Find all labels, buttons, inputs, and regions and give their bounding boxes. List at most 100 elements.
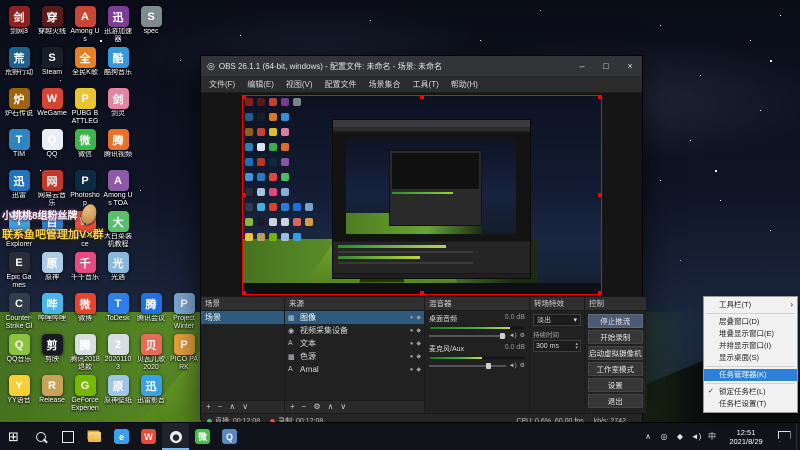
desktop-icon-7[interactable]: 全全民K歌 [70, 47, 100, 85]
menubar-item-3[interactable]: 配置文件 [319, 77, 363, 92]
visibility-eye-icon[interactable]: ● [410, 341, 414, 347]
desktop-icon-33[interactable]: 腾腾讯会议 [136, 293, 166, 331]
desktop-icon-40[interactable]: P PICO PARK [169, 334, 199, 372]
lock-icon[interactable]: ◆ [416, 327, 421, 334]
source-item[interactable]: ▦ 图像 ● ◆ [285, 311, 424, 324]
desktop-icon-32[interactable]: T ToDesk [103, 293, 133, 331]
speaker-icon[interactable]: ◄) [509, 333, 517, 339]
source-item[interactable]: A Arnal ● ◆ [285, 363, 424, 376]
start-recording-button[interactable]: 开始录制 [588, 330, 643, 344]
desktop-icon-14[interactable]: Q QQ [37, 129, 67, 167]
desktop-icon-35[interactable]: Q QQ音乐 [4, 334, 34, 372]
desktop-icon-2[interactable]: A Among Us [70, 6, 100, 44]
scene-item[interactable]: 场景 [201, 311, 284, 324]
desktop-icon-42[interactable]: R Release [37, 375, 67, 413]
move-scene-up-button[interactable]: ∧ [229, 402, 235, 412]
desktop-icon-43[interactable]: GGeForce Experience [70, 375, 100, 413]
source-item[interactable]: A 文本 ● ◆ [285, 337, 424, 350]
start-virtual-camera-button[interactable]: 启动虚拟摄像机 [588, 346, 643, 360]
volume-slider[interactable]: ◄) ⚙ [429, 332, 525, 339]
context-menu-item-9[interactable]: ✓ 锁定任务栏(L) [704, 386, 797, 398]
desktop-icon-28[interactable]: 光光遇 [103, 252, 133, 290]
source-properties-button[interactable]: ⚙ [313, 402, 320, 412]
desktop-icon-13[interactable]: T TIM [4, 129, 34, 167]
desktop-icon-36[interactable]: 剪剪映 [37, 334, 67, 372]
obs-titlebar[interactable]: ◎ OBS 26.1.1 (64-bit, windows) - 配置文件: 未… [201, 56, 642, 76]
desktop-icon-45[interactable]: 迅迅雷影音 [136, 375, 166, 413]
desktop-icon-8[interactable]: 酷酷狗音乐 [103, 47, 133, 85]
taskbar-app-file-explorer[interactable] [81, 423, 108, 450]
desktop-icon-18[interactable]: 网网易云音乐 [37, 170, 67, 208]
gear-icon[interactable]: ⚙ [520, 332, 525, 339]
visibility-eye-icon[interactable]: ● [410, 328, 414, 334]
maximize-button[interactable]: □ [594, 56, 618, 76]
lock-icon[interactable]: ◆ [416, 314, 421, 321]
tray-ime-chinese[interactable]: 中 [704, 431, 720, 442]
desktop-icon-25[interactable]: E Epic Games [4, 252, 34, 290]
desktop[interactable]: 剑剑网3 穿穿越火线 A Among Us 迅迅游加速器 Sspec 荒荒野行动 S Steam… [0, 0, 800, 450]
context-menu-item-4[interactable]: 并排显示窗口(I) [704, 340, 797, 352]
show-desktop-button[interactable] [796, 423, 800, 450]
exit-button[interactable]: 退出 [588, 394, 643, 408]
desktop-icon-24[interactable]: 大大白菜装机教程 [103, 211, 133, 249]
lock-icon[interactable]: ◆ [416, 366, 421, 373]
taskbar-app-wechat[interactable]: 微 [189, 423, 216, 450]
tray-nvidia-tray[interactable]: ◆ [672, 432, 688, 441]
desktop-icon-15[interactable]: 微微信 [70, 129, 100, 167]
add-scene-button[interactable]: + [206, 402, 211, 412]
desktop-icon-5[interactable]: 荒荒野行动 [4, 47, 34, 85]
desktop-icon-6[interactable]: S Steam [37, 47, 67, 85]
source-item[interactable]: ▩ 色源 ● ◆ [285, 350, 424, 363]
visibility-eye-icon[interactable]: ● [410, 367, 414, 373]
desktop-icon-20[interactable]: A Among Us TOA [103, 170, 133, 208]
move-source-up-button[interactable]: ∧ [328, 402, 334, 412]
context-menu-item-10[interactable]: 任务栏设置(T) [704, 398, 797, 410]
menubar-item-0[interactable]: 文件(F) [203, 77, 241, 92]
desktop-icon-4[interactable]: Sspec [136, 6, 166, 44]
desktop-icon-0[interactable]: 剑剑网3 [4, 6, 34, 44]
obs-preview-canvas[interactable] [201, 93, 642, 296]
move-scene-down-button[interactable]: ∨ [242, 402, 248, 412]
lock-icon[interactable]: ◆ [416, 353, 421, 360]
taskbar-app-edge[interactable]: e [108, 423, 135, 450]
add-source-button[interactable]: + [290, 402, 295, 412]
context-menu-item-5[interactable]: 显示桌面(S) [704, 352, 797, 364]
desktop-icon-44[interactable]: 原原神壁纸 [103, 375, 133, 413]
spin-down-icon[interactable]: ▾ [575, 346, 578, 351]
taskbar-app-obs[interactable] [162, 423, 189, 450]
lock-icon[interactable]: ◆ [416, 340, 421, 347]
desktop-icon-3[interactable]: 迅迅游加速器 [103, 6, 133, 44]
visibility-eye-icon[interactable]: ● [410, 354, 414, 360]
duration-spinner[interactable]: 300 ms ▴ ▾ [533, 340, 581, 352]
gear-icon[interactable]: ⚙ [520, 362, 525, 369]
minimize-button[interactable]: – [570, 56, 594, 76]
desktop-icon-34[interactable]: P Project Winter [169, 293, 199, 331]
remove-source-button[interactable]: − [302, 402, 307, 412]
speaker-icon[interactable]: ◄) [509, 363, 517, 369]
remove-scene-button[interactable]: − [218, 402, 223, 412]
context-menu-item-2[interactable]: 层叠窗口(D) [704, 316, 797, 328]
close-button[interactable]: × [618, 56, 642, 76]
taskbar-app-wegame[interactable]: W [135, 423, 162, 450]
desktop-icon-41[interactable]: Y YY语音 [4, 375, 34, 413]
settings-button[interactable]: 设置 [588, 378, 643, 392]
studio-mode-button[interactable]: 工作室模式 [588, 362, 643, 376]
desktop-icon-19[interactable]: P Photoshop [70, 170, 100, 208]
tray-hidden-icons[interactable]: ∧ [640, 432, 656, 441]
taskbar-app-qq[interactable]: Q [216, 423, 243, 450]
taskbar-app-task-view[interactable] [54, 423, 81, 450]
menubar-item-4[interactable]: 场景集合 [363, 77, 407, 92]
context-menu-item-0[interactable]: 工具栏(T) › [704, 299, 797, 311]
menubar-item-2[interactable]: 视图(V) [280, 77, 319, 92]
menubar-item-1[interactable]: 编辑(E) [241, 77, 280, 92]
source-item[interactable]: ◉ 视频采集设备 ● ◆ [285, 324, 424, 337]
context-menu-item-7[interactable]: 任务管理器(K) [704, 369, 797, 381]
desktop-icon-26[interactable]: 原原神 [37, 252, 67, 290]
desktop-icon-1[interactable]: 穿穿越火线 [37, 6, 67, 44]
desktop-icon-31[interactable]: 微微博 [70, 293, 100, 331]
transition-select[interactable]: 淡出 ▾ [533, 314, 581, 326]
tray-volume[interactable]: ◄) [688, 432, 704, 441]
context-menu-item-3[interactable]: 堆叠显示窗口(E) [704, 328, 797, 340]
start-button[interactable]: ⊞ [0, 423, 27, 450]
desktop-icon-30[interactable]: 哔哔哩哔哩 [37, 293, 67, 331]
